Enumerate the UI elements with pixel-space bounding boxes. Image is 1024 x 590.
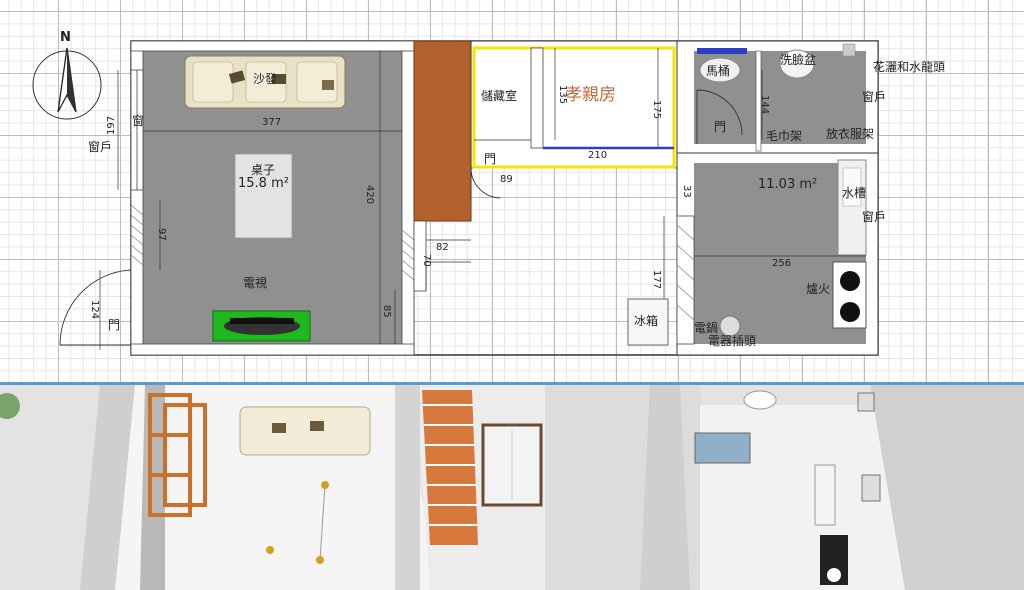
bathroom-door-label: 門: [714, 120, 727, 134]
staircase-3d: [422, 390, 478, 545]
floor-plan-2d-view[interactable]: N 沙發 377 桌子 15.8 m² 電視 窗戶 窗 門 197 420 97…: [0, 0, 1024, 382]
basin-label: 洗臉盆: [780, 53, 817, 67]
stove-label: 爐火: [806, 282, 831, 296]
3d-view[interactable]: [0, 385, 1024, 590]
clothes-rack-label: 放衣服架: [826, 127, 875, 141]
compass-north-label: N: [60, 30, 71, 45]
sofa-label: 沙發: [253, 72, 278, 86]
basin-3d: [743, 390, 777, 410]
living-window-label: 窗戶: [88, 140, 113, 154]
dim-124: 124: [89, 300, 100, 320]
socket-label: 電器插頭: [708, 334, 757, 348]
living-window-small-label: 窗: [132, 114, 145, 128]
living-area: 15.8 m²: [238, 176, 289, 191]
dim-175: 175: [651, 100, 662, 120]
toilet-label: 馬桶: [706, 64, 731, 78]
kitchen-window-label: 窗戶: [862, 210, 887, 224]
dim-97: 97: [156, 228, 167, 241]
living-door-label: 門: [108, 318, 121, 332]
shower-label: 花灑和水龍頭: [873, 60, 946, 74]
sofa-3d: [239, 406, 371, 456]
dim-85: 85: [381, 305, 392, 318]
dim-89: 89: [500, 174, 513, 185]
towel-rack-label: 毛巾架: [766, 129, 803, 143]
dim-256: 256: [772, 258, 792, 269]
dim-144: 144: [759, 95, 770, 115]
dim-210: 210: [588, 150, 608, 161]
dim-135: 135: [557, 85, 568, 105]
sink-label: 水槽: [842, 186, 867, 200]
kitchen-area: 11.03 m²: [758, 177, 818, 192]
dim-197: 197: [106, 115, 117, 135]
parents-room-label: 孝親房: [565, 85, 616, 105]
3d-scene-drawing: [0, 385, 1024, 590]
floor-plan-drawing: [32, 40, 879, 356]
window-3d: [694, 432, 751, 464]
sink-3d: [814, 464, 836, 526]
storage-door-label: 門: [484, 152, 497, 166]
dim-420: 420: [364, 185, 375, 205]
dim-177: 177: [651, 270, 662, 290]
bathroom-window-label: 窗戶: [862, 90, 887, 104]
dim-70: 70: [421, 254, 432, 267]
dim-33: 33: [681, 185, 692, 198]
tv-label: 電視: [243, 276, 268, 290]
dim-377: 377: [262, 117, 282, 128]
dim-82: 82: [436, 242, 449, 253]
storage-label: 儲藏室: [481, 89, 518, 103]
staircase: [413, 40, 472, 222]
fridge-label: 冰箱: [634, 314, 659, 328]
compass-icon: [32, 47, 102, 120]
